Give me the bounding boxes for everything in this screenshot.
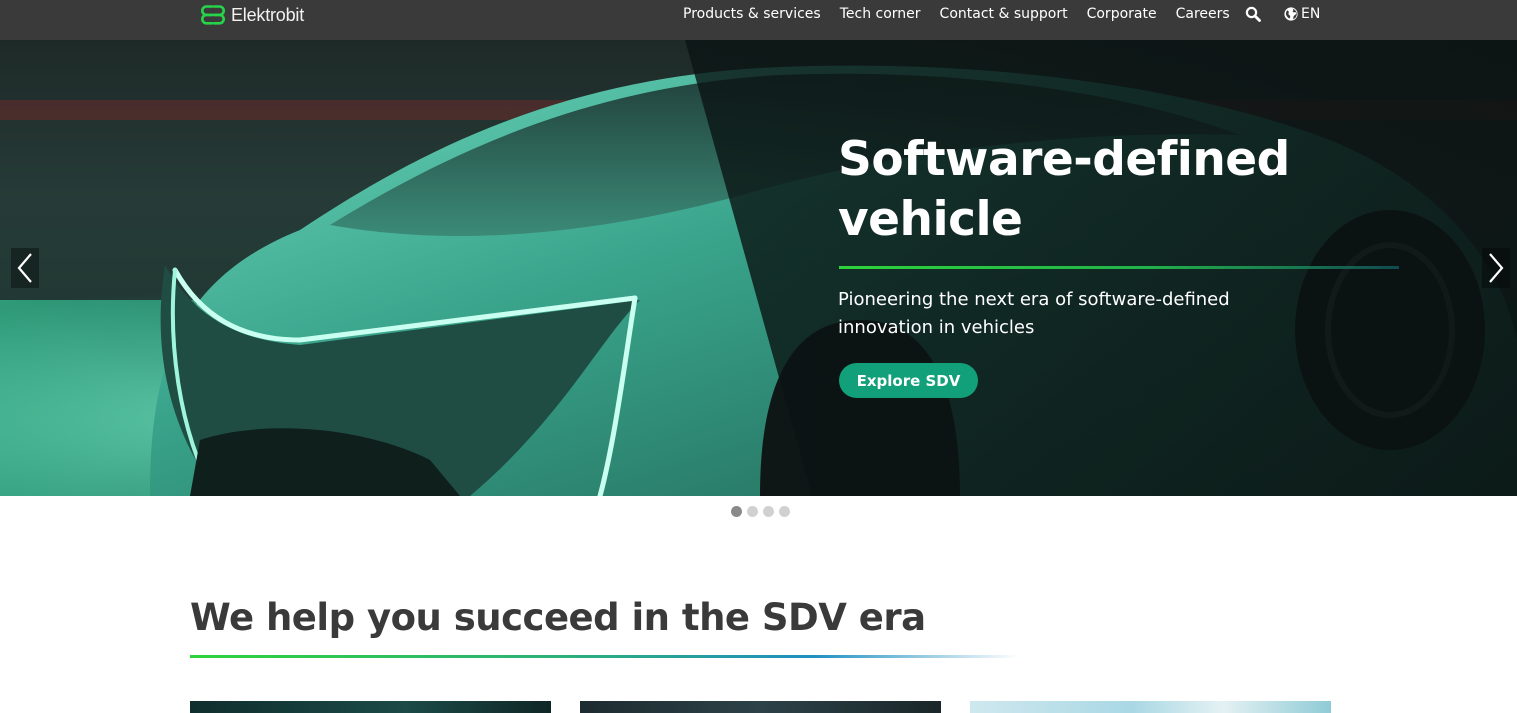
language-label: EN — [1301, 6, 1321, 22]
chevron-left-icon — [17, 253, 32, 283]
top-navigation-bar: Elektrobit Products & services Tech corn… — [0, 0, 1517, 40]
brand-logo[interactable]: Elektrobit — [200, 2, 304, 28]
hero-carousel: Software-defined vehicle Pioneering the … — [0, 40, 1517, 496]
hero-title-underline — [839, 266, 1399, 269]
section-title: We help you succeed in the SDV era — [190, 596, 926, 639]
search-icon[interactable] — [1245, 6, 1261, 22]
nav-corporate[interactable]: Corporate — [1087, 6, 1157, 22]
hero-title: Software-defined vehicle — [838, 132, 1290, 247]
feature-card-2[interactable] — [580, 701, 941, 713]
carousel-next-button[interactable] — [1482, 248, 1510, 288]
feature-card-3[interactable] — [970, 701, 1331, 713]
section-title-underline — [190, 655, 1020, 658]
feature-card-1[interactable] — [190, 701, 551, 713]
carousel-prev-button[interactable] — [11, 248, 39, 288]
explore-sdv-button[interactable]: Explore SDV — [839, 363, 978, 398]
nav-products-services[interactable]: Products & services — [683, 6, 821, 22]
nav-careers[interactable]: Careers — [1176, 6, 1230, 22]
carousel-dot-4[interactable] — [779, 506, 790, 517]
hero-subtitle: Pioneering the next era of software-defi… — [838, 289, 1230, 338]
carousel-pagination — [731, 506, 795, 517]
chevron-right-icon — [1489, 253, 1504, 283]
globe-icon — [1284, 7, 1298, 21]
carousel-dot-3[interactable] — [763, 506, 774, 517]
language-selector[interactable]: EN — [1284, 4, 1320, 24]
carousel-dot-1[interactable] — [731, 506, 742, 517]
nav-contact-support[interactable]: Contact & support — [940, 6, 1068, 22]
carousel-dot-2[interactable] — [747, 506, 758, 517]
brand-name: Elektrobit — [231, 4, 305, 25]
elektrobit-logo-icon — [201, 5, 225, 25]
nav-tech-corner[interactable]: Tech corner — [840, 6, 921, 22]
main-nav: Products & services Tech corner Contact … — [683, 4, 1230, 24]
